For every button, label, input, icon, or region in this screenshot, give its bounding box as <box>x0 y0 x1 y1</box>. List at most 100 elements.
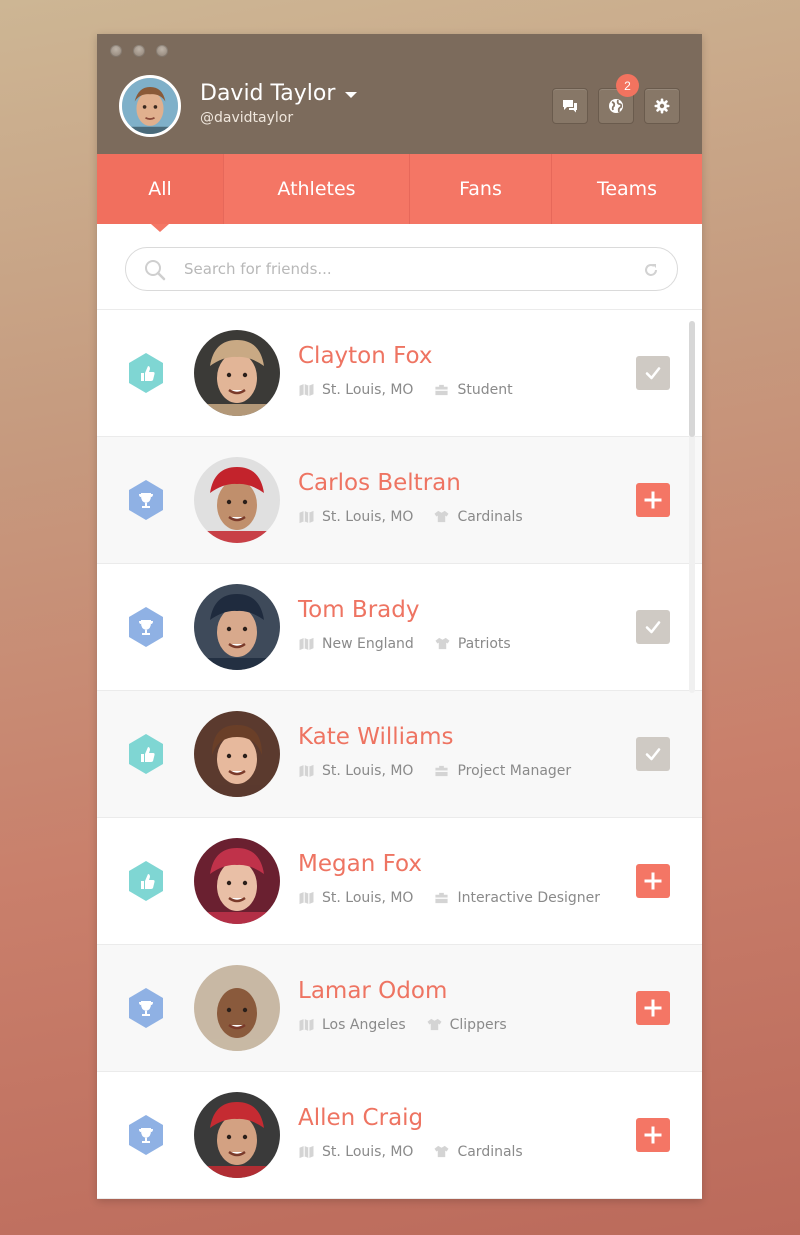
person-detail: Patriots <box>457 636 511 652</box>
search-area <box>97 224 702 310</box>
chevron-down-icon <box>345 92 358 98</box>
add-friend-button[interactable] <box>636 991 670 1025</box>
avatar[interactable] <box>194 457 280 543</box>
list-item[interactable]: Clayton Fox St. Louis, MO Student <box>97 310 702 437</box>
following-toggle-button[interactable] <box>636 356 670 390</box>
avatar[interactable] <box>194 838 280 924</box>
person-name[interactable]: Allen Craig <box>298 1105 423 1131</box>
tab-all[interactable]: All <box>97 154 224 232</box>
person-location: St. Louis, MO <box>322 382 414 398</box>
window-controls <box>110 45 168 57</box>
briefcase-icon <box>435 384 449 396</box>
list-item[interactable]: Tom Brady New England Patriots <box>97 564 702 691</box>
list-item[interactable]: Allen Craig St. Louis, MO Cardinals <box>97 1072 702 1199</box>
person-name[interactable]: Megan Fox <box>298 851 422 877</box>
person-detail: Student <box>457 382 513 398</box>
person-detail: Project Manager <box>457 763 572 779</box>
add-friend-button[interactable] <box>636 1118 670 1152</box>
person-meta: St. Louis, MO Student <box>298 382 513 398</box>
person-meta: St. Louis, MO Project Manager <box>298 763 571 779</box>
zoom-window-button[interactable] <box>156 45 168 57</box>
trophy-icon <box>129 607 163 647</box>
thumbs-up-badge <box>127 860 165 902</box>
trophy-badge <box>127 1114 165 1156</box>
person-location: St. Louis, MO <box>322 763 414 779</box>
avatar[interactable] <box>194 330 280 416</box>
map-icon <box>299 1018 314 1032</box>
briefcase-icon <box>435 765 449 777</box>
messages-button[interactable] <box>552 88 588 124</box>
search-input[interactable] <box>184 260 624 278</box>
tab-fans[interactable]: Fans <box>410 154 552 224</box>
trophy-icon <box>129 1115 163 1155</box>
trophy-badge <box>127 987 165 1029</box>
trophy-badge <box>127 606 165 648</box>
minimize-window-button[interactable] <box>133 45 145 57</box>
avatar[interactable] <box>194 1092 280 1178</box>
chat-icon <box>563 100 577 113</box>
avatar[interactable] <box>194 584 280 670</box>
briefcase-icon <box>435 892 449 904</box>
map-icon <box>299 891 314 905</box>
person-location: St. Louis, MO <box>322 1144 414 1160</box>
person-name[interactable]: Kate Williams <box>298 724 454 750</box>
map-icon <box>299 383 314 397</box>
thumbs-up-badge <box>127 733 165 775</box>
list-item[interactable]: Kate Williams St. Louis, MO Project Mana… <box>97 691 702 818</box>
notification-badge: 2 <box>616 74 639 97</box>
notifications-button[interactable]: 2 <box>598 74 639 124</box>
plus-icon <box>644 491 662 509</box>
thumbs-up-badge <box>127 352 165 394</box>
person-name[interactable]: Lamar Odom <box>298 978 447 1004</box>
plus-icon <box>644 999 662 1017</box>
refresh-icon[interactable] <box>643 262 659 278</box>
jersey-icon <box>435 637 450 650</box>
list-item[interactable]: Megan Fox St. Louis, MO Interactive Desi… <box>97 818 702 945</box>
friends-list: Clayton Fox St. Louis, MO Student Carlos… <box>97 310 702 1199</box>
gear-icon <box>654 98 670 114</box>
tab-teams[interactable]: Teams <box>552 154 702 224</box>
jersey-icon <box>434 510 449 523</box>
close-window-button[interactable] <box>110 45 122 57</box>
search-box <box>125 247 678 291</box>
list-item[interactable]: Lamar Odom Los Angeles Clippers <box>97 945 702 1072</box>
user-menu-toggle[interactable]: David Taylor <box>200 81 358 106</box>
person-meta: St. Louis, MO Cardinals <box>298 1144 523 1160</box>
person-detail: Cardinals <box>457 509 523 525</box>
person-detail: Cardinals <box>457 1144 523 1160</box>
friends-window: David Taylor @davidtaylor 2 All Athletes… <box>97 34 702 1199</box>
filter-tabs: All Athletes Fans Teams <box>97 154 702 232</box>
avatar[interactable] <box>119 75 181 137</box>
map-icon <box>299 1145 314 1159</box>
thumbs-up-icon <box>129 861 163 901</box>
following-toggle-button[interactable] <box>636 737 670 771</box>
list-item[interactable]: Carlos Beltran St. Louis, MO Cardinals <box>97 437 702 564</box>
person-meta: St. Louis, MO Interactive Designer <box>298 890 600 906</box>
following-toggle-button[interactable] <box>636 610 670 644</box>
person-name[interactable]: Clayton Fox <box>298 343 433 369</box>
scrollbar[interactable] <box>689 321 695 693</box>
add-friend-button[interactable] <box>636 483 670 517</box>
trophy-badge <box>127 479 165 521</box>
jersey-icon <box>427 1018 442 1031</box>
settings-button[interactable] <box>644 88 680 124</box>
check-icon <box>645 748 661 761</box>
person-name[interactable]: Carlos Beltran <box>298 470 461 496</box>
app-header: David Taylor @davidtaylor 2 <box>97 34 702 154</box>
person-meta: New England Patriots <box>298 636 511 652</box>
trophy-icon <box>129 480 163 520</box>
person-location: St. Louis, MO <box>322 509 414 525</box>
person-meta: St. Louis, MO Cardinals <box>298 509 523 525</box>
person-location: Los Angeles <box>322 1017 406 1033</box>
avatar[interactable] <box>194 711 280 797</box>
avatar[interactable] <box>194 965 280 1051</box>
person-meta: Los Angeles Clippers <box>298 1017 507 1033</box>
user-name: David Taylor <box>200 81 336 106</box>
plus-icon <box>644 1126 662 1144</box>
trophy-icon <box>129 988 163 1028</box>
user-handle: @davidtaylor <box>200 110 294 126</box>
add-friend-button[interactable] <box>636 864 670 898</box>
person-name[interactable]: Tom Brady <box>298 597 419 623</box>
scrollbar-thumb[interactable] <box>689 321 695 437</box>
tab-athletes[interactable]: Athletes <box>224 154 410 224</box>
